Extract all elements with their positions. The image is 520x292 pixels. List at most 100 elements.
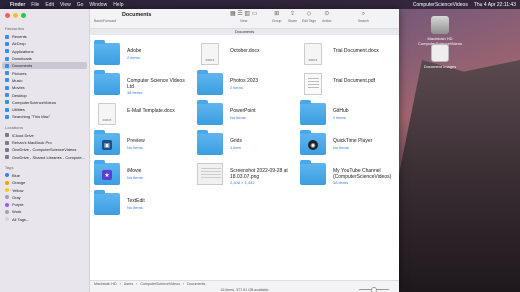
menubar-app-name[interactable]: ComputerScienceVideos: [413, 2, 468, 8]
menu-view[interactable]: View: [60, 2, 71, 8]
file-item[interactable]: Trial Document.pdf: [296, 69, 396, 101]
sidebar-item-downloads[interactable]: Downloads: [0, 55, 89, 62]
sidebar-tag-6[interactable]: All Tags...: [0, 216, 89, 223]
close-button[interactable]: [5, 13, 10, 18]
sidebar-tag-2[interactable]: Yellow: [0, 186, 89, 193]
sidebar-location-1[interactable]: Rehan's MacBook Pro: [0, 139, 89, 146]
file-name: My YouTube Channel (ComputerScienceVideo…: [333, 168, 392, 180]
minimize-button[interactable]: [13, 13, 18, 18]
docx-file-icon: DOCX: [201, 43, 219, 65]
sidebar-tag-5[interactable]: Work: [0, 208, 89, 215]
share-button[interactable]: ⇪ Share: [288, 11, 297, 23]
desktop-doc-icon[interactable]: Document Images: [412, 44, 468, 69]
finder-window: Favourites Recents AirDrop Applications Dow…: [0, 9, 399, 292]
menu-go[interactable]: Go: [77, 2, 84, 8]
icon-size-slider[interactable]: [359, 287, 389, 292]
file-item[interactable]: Computer Science Videos Ltd 38 items: [90, 69, 190, 101]
sidebar-tag-1[interactable]: Orange: [0, 179, 89, 186]
file-meta: No items: [230, 114, 246, 120]
edit-tags-button[interactable]: ◇ Edit Tags: [302, 11, 316, 23]
file-item[interactable]: Grids 1 item: [193, 129, 293, 161]
action-button[interactable]: ⊙ Action: [322, 11, 331, 23]
file-item[interactable]: DOCX E-Mail Template.docx: [90, 99, 190, 131]
view-button[interactable]: ▦ ☰ ▥ ▭ View: [230, 11, 257, 23]
file-item[interactable]: TextEdit No items: [90, 189, 190, 221]
chevron-right-icon: ›: [136, 282, 138, 286]
file-label: Preview No items: [127, 138, 191, 150]
breadcrumb-item[interactable]: Macintosh HD: [94, 282, 117, 286]
menu-help[interactable]: Help: [113, 2, 123, 8]
file-type-label: DOCX: [308, 58, 318, 62]
file-item[interactable]: Photos 2023 2 items: [193, 69, 293, 101]
file-item[interactable]: GitHub 2 items: [296, 99, 396, 131]
breadcrumb-item[interactable]: ComputerScienceVideos: [140, 282, 180, 286]
cloud-icon: [5, 140, 9, 145]
sidebar-item-desktop[interactable]: Desktop: [0, 91, 89, 98]
menu-finder[interactable]: Finder: [10, 2, 25, 8]
file-meta: No items: [127, 174, 143, 180]
file-name: GitHub: [333, 108, 349, 114]
sidebar-location-0[interactable]: iCloud Drive: [0, 132, 89, 139]
sidebar-item-label: Blue: [12, 172, 21, 178]
folder-icon: ▣: [94, 130, 120, 155]
docx-file-icon: DOCX: [304, 43, 322, 65]
file-name: PowerPoint: [230, 108, 256, 114]
group-button[interactable]: ⊞ Group: [272, 11, 281, 23]
sidebar-tag-4[interactable]: Purple: [0, 201, 89, 208]
sidebar-item-label: AirDrop: [12, 41, 26, 47]
sidebar-tag-3[interactable]: Gray: [0, 194, 89, 201]
file-item[interactable]: Screenshot 2022-09-28 at 18.03.07.png 2,4…: [193, 159, 293, 191]
sidebar-tag-0[interactable]: Blue: [0, 172, 89, 179]
file-item[interactable]: ▣ Preview No items: [90, 129, 190, 161]
folder-icon: [197, 100, 223, 125]
view-label: View: [240, 19, 248, 23]
sidebar-tags: Tags Blue Orange Yellow Gray Purple Work All T…: [0, 164, 89, 223]
hard-drive-icon: [431, 16, 449, 34]
sidebar-item-movies[interactable]: Movies: [0, 84, 89, 91]
file-name: Grids: [230, 138, 242, 144]
search-button[interactable]: ⌕ Search: [358, 11, 369, 23]
status-text: 16 items, 377.91 GB available: [220, 288, 269, 292]
file-item[interactable]: DOCX Trial Document.docx: [296, 39, 396, 71]
breadcrumb-item[interactable]: Documents: [187, 282, 205, 286]
tag-dot-icon: [5, 180, 9, 185]
file-item[interactable]: Adobe 2 items: [90, 39, 190, 71]
tag-dot-icon: [5, 202, 9, 207]
file-item[interactable]: ◉ QuickTime Player No items: [296, 129, 396, 161]
file-label: Adobe 2 items: [127, 48, 191, 60]
sidebar-item-pictures[interactable]: Pictures: [0, 69, 89, 76]
file-item[interactable]: PowerPoint No items: [193, 99, 293, 131]
back-forward-buttons[interactable]: Back/Forward: [94, 19, 116, 23]
file-label: October.docx: [230, 48, 294, 55]
folder-icon: [94, 70, 120, 95]
sidebar-item-utilities[interactable]: Utilities: [0, 106, 89, 113]
sidebar-location-3[interactable]: OneDrive - Shared Libraries - Compute...: [0, 153, 89, 160]
sidebar-item-music[interactable]: Music: [0, 77, 89, 84]
menu-file[interactable]: File: [31, 2, 39, 8]
menu-window[interactable]: Window: [89, 2, 107, 8]
tag-dot-icon: [5, 217, 9, 222]
zoom-button[interactable]: [21, 13, 26, 18]
file-name: Preview: [127, 138, 145, 144]
file-item[interactable]: ★ iMovie No items: [90, 159, 190, 191]
file-item[interactable]: DOCX October.docx: [193, 39, 293, 71]
sidebar-item-computersciencevideos[interactable]: ComputerScienceVideos: [0, 99, 89, 106]
desktop-drive-icon[interactable]: Macintosh HD ComputerScienceVideos: [412, 16, 468, 46]
sidebar-item-applications[interactable]: Applications: [0, 48, 89, 55]
folder-icon: [300, 100, 326, 125]
sidebar-location-2[interactable]: OneDrive - ComputerScienceVideos: [0, 146, 89, 153]
sidebar-item-documents[interactable]: Documents: [2, 62, 87, 70]
sidebar-item-recents[interactable]: Recents: [0, 33, 89, 40]
file-item[interactable]: My YouTube Channel (ComputerScienceVideo…: [296, 159, 396, 191]
file-name: iMovie: [127, 168, 142, 174]
folder-icon: [5, 49, 9, 54]
file-meta: No items: [333, 144, 349, 150]
sidebar-item-airdrop[interactable]: AirDrop: [0, 40, 89, 47]
breadcrumb-item[interactable]: Users: [124, 282, 133, 286]
tag-dot-icon: [5, 209, 9, 214]
menubar-clock[interactable]: Thu 4 Apr 22:11:43: [474, 2, 516, 8]
share-icon: ⇪: [290, 11, 296, 17]
menu-edit[interactable]: Edit: [45, 2, 54, 8]
file-label: iMovie No items: [127, 168, 191, 180]
sidebar-item-searching-this-mac-[interactable]: Searching "This Mac": [0, 113, 89, 120]
